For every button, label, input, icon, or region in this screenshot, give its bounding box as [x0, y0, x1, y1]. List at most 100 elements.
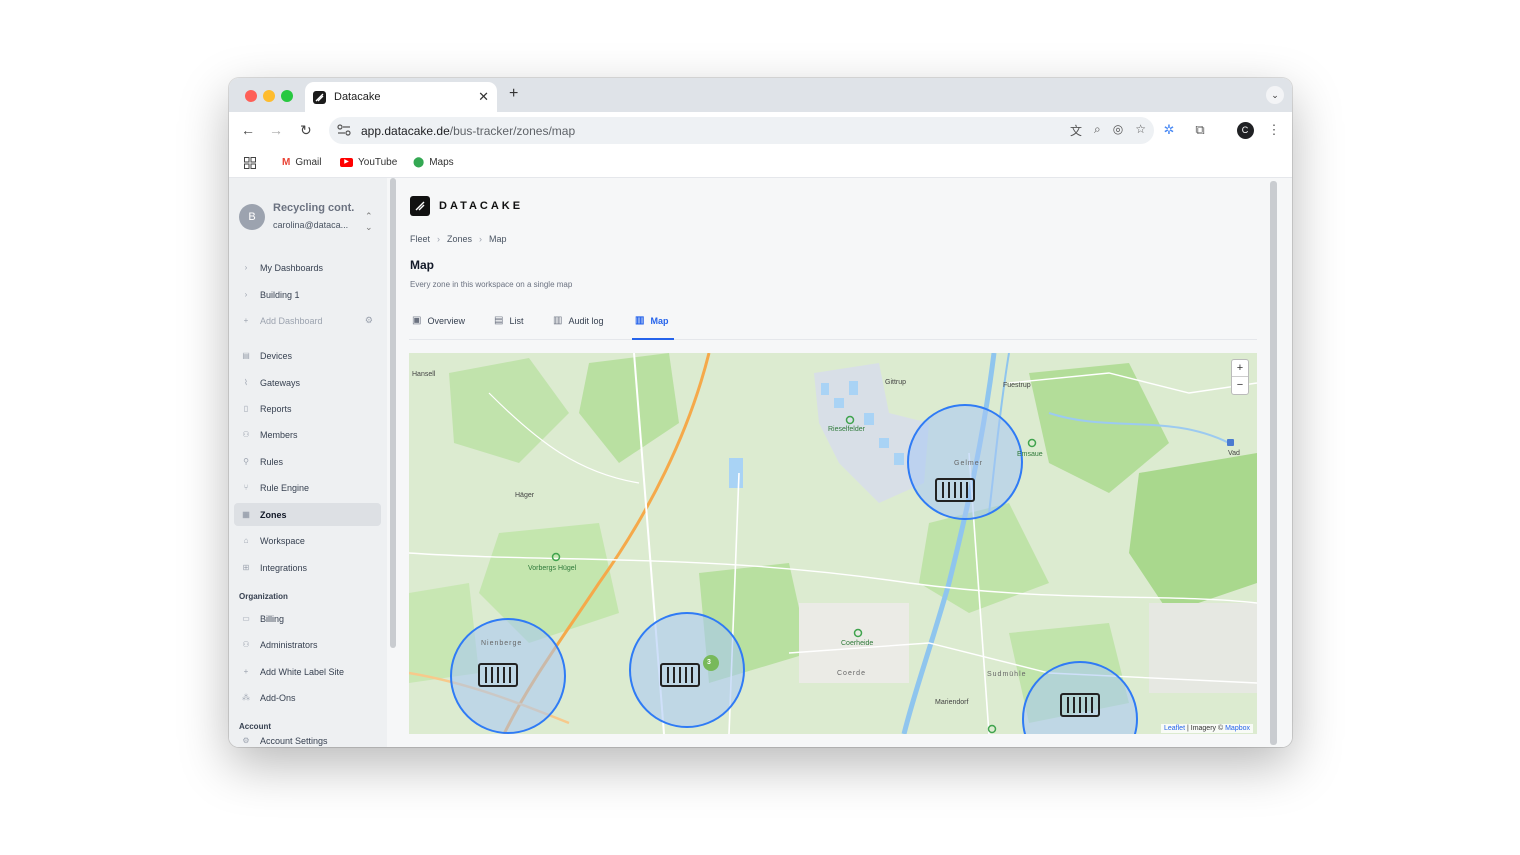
tab-title: Datacake — [334, 91, 381, 103]
datacake-favicon-icon — [313, 90, 326, 104]
sidebar-item-label: Billing — [260, 613, 285, 624]
extensions-puzzle-icon[interactable]: ⧉ — [1190, 120, 1210, 140]
tab-list[interactable]: ▤ List — [494, 315, 523, 326]
zoom-out-button[interactable]: − — [1232, 377, 1248, 394]
map-place-label: Coerde — [837, 670, 866, 677]
bookmark-maps[interactable]: ⬤ Maps — [413, 157, 454, 168]
sidebar-scrollbar[interactable] — [390, 178, 396, 648]
sidebar-item-reports[interactable]: ▯ Reports — [234, 397, 381, 420]
map-place-label: Coerheide — [841, 640, 874, 647]
sidebar-item-integrations[interactable]: ⊞ Integrations — [234, 556, 381, 579]
tab-audit-log[interactable]: ▥ Audit log — [553, 315, 603, 326]
mapbox-link[interactable]: Mapbox — [1225, 725, 1250, 732]
zone-center[interactable] — [629, 612, 745, 728]
minimize-window-button[interactable] — [263, 90, 275, 102]
browser-menu-icon[interactable]: ⋮ — [1264, 120, 1284, 140]
sidebar-item-label: Rule Engine — [260, 482, 310, 493]
browser-toolbar: ← → ↻ app.datacake.de/bus-tracker/zones/… — [229, 112, 1292, 149]
sidebar-item-zones[interactable]: ▦ Zones — [234, 503, 381, 526]
sidebar-item-rules[interactable]: ⚲ Rules — [234, 450, 381, 473]
sidebar-item-label: My Dashboards — [260, 262, 324, 273]
address-bar[interactable]: app.datacake.de/bus-tracker/zones/map 文 … — [329, 117, 1154, 144]
rules-icon: ⚲ — [243, 457, 249, 466]
sidebar-item-label: Account Settings — [260, 736, 328, 746]
bookmark-gmail[interactable]: M Gmail — [282, 157, 321, 168]
url-path: /bus-tracker/zones/map — [449, 123, 576, 138]
sidebar-item-add-dashboard[interactable]: + Add Dashboard ⚙ — [234, 309, 381, 332]
map-place-label: Fuestrup — [1003, 382, 1031, 389]
bookmark-star-icon[interactable]: ☆ — [1135, 122, 1146, 139]
account-section-label: Account — [239, 722, 271, 731]
workspace-switch-chevron-icon[interactable]: ⌃ ⌄ — [365, 211, 373, 233]
sidebar-item-label: Rules — [260, 456, 284, 467]
breadcrumb-map[interactable]: Map — [489, 234, 507, 244]
leaflet-link[interactable]: Leaflet — [1164, 725, 1185, 732]
tab-strip: Datacake ✕ + ⌄ — [229, 78, 1292, 112]
datacake-logo-icon — [410, 196, 430, 216]
forward-arrow-icon[interactable]: → — [269, 122, 283, 138]
breadcrumb-fleet[interactable]: Fleet — [410, 234, 430, 244]
close-tab-icon[interactable]: ✕ — [478, 89, 489, 105]
zones-map[interactable]: Hansell Gittrup Fuestrup Häger Vorbergs … — [409, 353, 1257, 734]
tab-label: Overview — [427, 315, 465, 326]
cluster-count[interactable]: 3 — [707, 659, 711, 666]
new-tab-button[interactable]: + — [509, 85, 518, 103]
gateways-icon: ⌇ — [244, 378, 248, 387]
sidebar-item-account-settings[interactable]: ⚙ Account Settings — [234, 736, 381, 747]
profile-avatar[interactable]: C — [1235, 120, 1255, 140]
tracking-protection-icon[interactable]: ◎ — [1113, 122, 1123, 139]
plus-icon: + — [243, 316, 249, 325]
sidebar-item-gateways[interactable]: ⌇ Gateways — [234, 371, 381, 394]
map-place-label: Sudmühle — [987, 671, 1027, 678]
breadcrumb-zones[interactable]: Zones — [447, 234, 472, 244]
gear-icon[interactable]: ⚙ — [365, 315, 373, 326]
site-info-icon[interactable] — [337, 123, 351, 138]
tab-search-chevron-icon[interactable]: ⌄ — [1266, 86, 1284, 104]
tab-overview[interactable]: ▣ Overview — [412, 315, 465, 326]
browser-tab[interactable]: Datacake ✕ — [305, 82, 497, 112]
sidebar-item-workspace[interactable]: ⌂ Workspace — [234, 529, 381, 552]
chevron-right-icon: › — [244, 290, 248, 299]
sidebar-item-add-white-label-site[interactable]: + Add White Label Site — [234, 660, 381, 683]
apps-grid-icon[interactable] — [244, 157, 256, 169]
bookmark-youtube[interactable]: ▶ YouTube — [340, 157, 397, 168]
extension-gear-icon[interactable]: ✲ — [1159, 120, 1179, 140]
workspace-avatar[interactable]: B — [239, 204, 265, 230]
attribution-text: | Imagery © — [1186, 725, 1224, 732]
close-window-button[interactable] — [245, 90, 257, 102]
datacake-logo[interactable]: DATACAKE — [410, 196, 523, 216]
youtube-icon: ▶ — [340, 158, 353, 167]
sidebar-item-label: Integrations — [260, 562, 308, 573]
sidebar: B Recycling cont. carolina@dataca... ⌃ ⌄ … — [229, 178, 387, 747]
workspace-name[interactable]: Recycling cont. — [273, 202, 354, 214]
zoom-icon[interactable]: ⌕ — [1094, 122, 1101, 139]
back-arrow-icon[interactable]: ← — [241, 122, 255, 138]
zone-nienberge[interactable] — [450, 618, 566, 734]
sidebar-item-building-1[interactable]: › Building 1 — [234, 283, 381, 306]
sidebar-item-my-dashboards[interactable]: › My Dashboards — [234, 256, 381, 279]
sidebar-item-label: Add White Label Site — [260, 666, 345, 677]
reload-icon[interactable]: ↻ — [300, 122, 312, 139]
sidebar-item-rule-engine[interactable]: ⑂ Rule Engine — [234, 476, 381, 499]
administrators-icon: ⚇ — [242, 640, 250, 649]
maximize-window-button[interactable] — [281, 90, 293, 102]
sidebar-item-add-ons[interactable]: ⁂ Add-Ons — [234, 686, 381, 709]
list-table-icon: ▤ — [494, 315, 504, 326]
sidebar-item-label: Reports — [260, 403, 292, 414]
translate-icon[interactable]: 文 — [1070, 122, 1082, 139]
bookmarks-bar: M Gmail ▶ YouTube ⬤ Maps — [229, 149, 1292, 178]
tab-map[interactable]: ▥ Map — [635, 315, 668, 326]
logo-text: DATACAKE — [439, 200, 524, 212]
tab-label: Audit log — [568, 315, 604, 326]
sidebar-item-billing[interactable]: ▭ Billing — [234, 607, 381, 630]
main-scrollbar[interactable] — [1270, 181, 1277, 745]
browser-window: Datacake ✕ + ⌄ ← → ↻ app.datacake.de/bus… — [229, 78, 1292, 747]
sidebar-item-members[interactable]: ⚇ Members — [234, 423, 381, 446]
sidebar-item-devices[interactable]: ▤ Devices — [234, 344, 381, 367]
sidebar-item-administrators[interactable]: ⚇ Administrators — [234, 633, 381, 656]
zoom-in-button[interactable]: + — [1232, 360, 1248, 377]
chevron-right-icon: › — [479, 234, 483, 244]
devices-icon: ▤ — [242, 351, 250, 360]
tab-label: List — [509, 315, 524, 326]
map-place-label: Nienberge — [481, 640, 523, 647]
